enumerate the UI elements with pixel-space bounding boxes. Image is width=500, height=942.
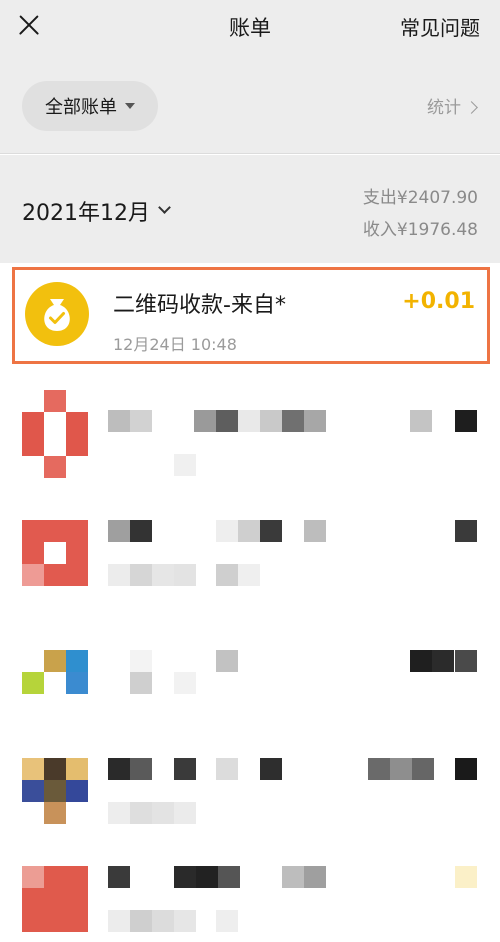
redacted-merchant-icon — [22, 758, 88, 824]
filter-bar: 全部账单 统计 — [0, 56, 500, 154]
month-label: 2021年12月 — [22, 201, 150, 226]
redacted-merchant-icon — [22, 520, 88, 586]
faq-link[interactable]: 常见问题 — [400, 12, 480, 41]
transaction-row[interactable] — [0, 608, 500, 726]
transaction-row-highlighted[interactable]: 二维码收款-来自* 12月24日 10:48 +0.01 — [12, 267, 490, 364]
transaction-row[interactable] — [0, 490, 500, 608]
redacted-merchant-icon — [22, 390, 88, 478]
chevron-down-icon — [158, 200, 171, 214]
chevron-right-icon — [465, 101, 478, 114]
caret-down-icon — [125, 103, 135, 109]
transaction-time: 12月24日 10:48 — [113, 335, 237, 354]
transaction-row[interactable] — [0, 844, 500, 942]
transaction-row[interactable] — [0, 372, 500, 490]
redacted-merchant-icon — [22, 866, 88, 932]
month-summary-header: 2021年12月 支出¥2407.90 收入¥1976.48 — [0, 155, 500, 263]
transaction-amount: +0.01 — [402, 289, 475, 314]
statistics-link[interactable]: 统计 — [427, 93, 478, 118]
bill-type-filter-button[interactable]: 全部账单 — [22, 81, 158, 131]
transaction-title: 二维码收款-来自* — [113, 293, 286, 318]
month-selector[interactable]: 2021年12月 — [22, 195, 171, 227]
top-navigation-bar: 账单 常见问题 — [0, 0, 500, 56]
money-bag-check-icon — [25, 282, 89, 346]
statistics-label: 统计 — [427, 98, 461, 118]
bill-type-filter-label: 全部账单 — [45, 97, 117, 118]
transaction-row[interactable] — [0, 726, 500, 844]
redacted-merchant-icon — [22, 650, 88, 716]
monthly-expense: 支出¥2407.90 — [362, 188, 478, 208]
monthly-income: 收入¥1976.48 — [362, 220, 478, 240]
